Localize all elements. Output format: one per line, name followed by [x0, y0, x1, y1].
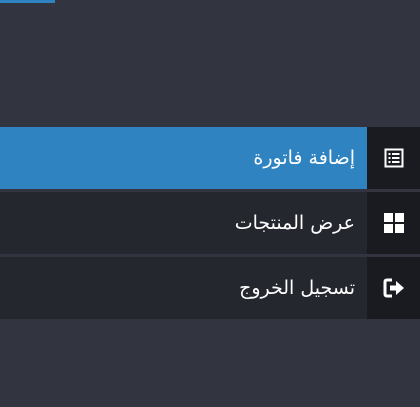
- sidebar-menu: إضافة فاتورة عرض المنتجات تسجيل الخروج: [0, 127, 420, 319]
- menu-item-add-invoice[interactable]: إضافة فاتورة: [0, 127, 420, 189]
- menu-item-sign-out[interactable]: تسجيل الخروج: [0, 257, 420, 319]
- grid-icon: [367, 192, 420, 254]
- menu-item-label: إضافة فاتورة: [253, 147, 355, 169]
- sign-out-icon: [367, 257, 420, 319]
- top-accent-bar: [0, 0, 55, 3]
- menu-item-label: عرض المنتجات: [234, 212, 355, 234]
- menu-item-view-products[interactable]: عرض المنتجات: [0, 192, 420, 254]
- invoice-list-icon: [367, 127, 420, 189]
- menu-item-label: تسجيل الخروج: [239, 277, 355, 299]
